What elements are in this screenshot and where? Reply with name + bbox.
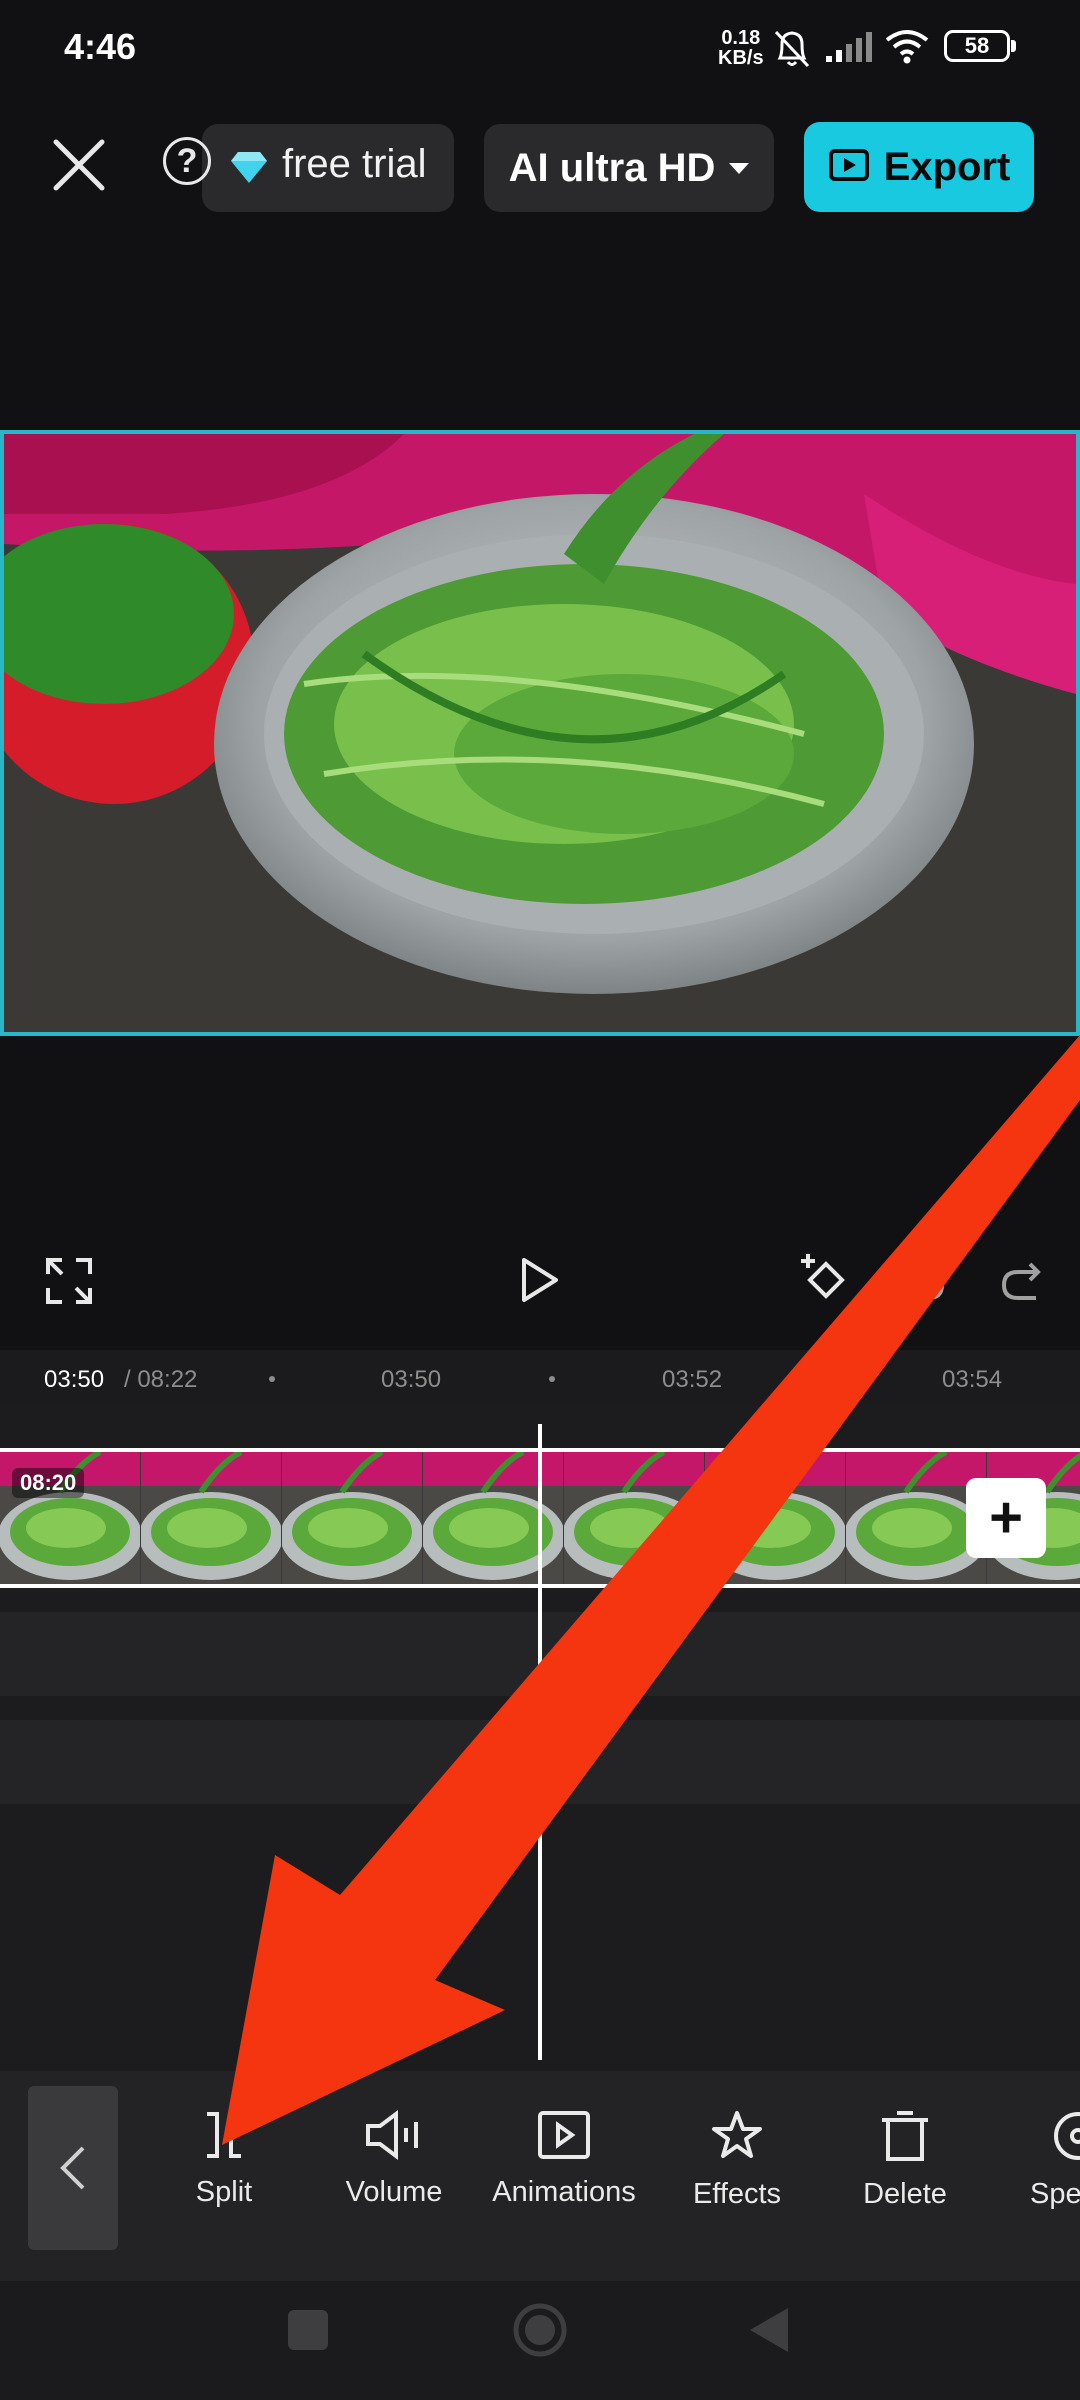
clip-duration: 08:20: [12, 1468, 85, 1498]
ai-ultra-hd-label: AI ultra HD: [508, 145, 716, 190]
ruler-tick: 03:54: [942, 1366, 1003, 1393]
add-clip-button[interactable]: +: [966, 1478, 1046, 1558]
fullscreen-icon[interactable]: [46, 1258, 92, 1304]
close-button[interactable]: [48, 134, 110, 196]
plus-icon: +: [989, 1485, 1023, 1550]
battery-level: 58: [964, 33, 990, 58]
clip-thumbnail: [280, 1452, 424, 1584]
help-button[interactable]: ?: [163, 137, 211, 185]
ruler-dot: [269, 1376, 275, 1382]
animations-icon: [538, 2111, 590, 2159]
volume-icon: [366, 2110, 418, 2160]
play-button[interactable]: [520, 1256, 560, 1304]
export-icon: [828, 149, 869, 181]
signal-icon: [826, 32, 872, 62]
bell-muted-icon: [774, 30, 810, 68]
preview-frame-image: [4, 434, 1076, 1032]
ruler-dot: [549, 1376, 555, 1382]
ai-ultra-hd-dropdown[interactable]: AI ultra HD: [484, 124, 774, 212]
clip-thumbnail: [139, 1452, 283, 1584]
help-icon: ?: [176, 141, 198, 180]
ruler-dot: [829, 1376, 835, 1382]
battery-tip: [1011, 40, 1016, 52]
status-time: 4:46: [64, 26, 137, 67]
ruler-tick: 03:50: [381, 1366, 442, 1393]
clip-thumbnail: [421, 1452, 565, 1584]
battery-icon: 58: [944, 30, 1010, 62]
undo-icon[interactable]: [900, 1258, 946, 1304]
split-button[interactable]: Split: [139, 2110, 309, 2209]
home-button[interactable]: [512, 2302, 568, 2358]
recents-button[interactable]: [288, 2310, 328, 2350]
ruler-tick: 03:52: [662, 1366, 723, 1393]
close-icon: [53, 139, 105, 191]
redo-icon[interactable]: [1000, 1258, 1046, 1304]
free-trial-label: free trial: [282, 142, 427, 186]
effects-button[interactable]: Effects: [652, 2110, 822, 2211]
keyframe-icon[interactable]: [798, 1252, 854, 1304]
export-label: Export: [883, 144, 1011, 189]
speed-label: Spe: [1030, 2178, 1080, 2210]
split-label: Split: [195, 2176, 253, 2208]
video-preview[interactable]: [0, 430, 1080, 1036]
play-icon: [522, 1258, 558, 1302]
caret-down-icon: [729, 162, 750, 174]
volume-button[interactable]: Volume: [309, 2110, 479, 2209]
speed-icon: [1054, 2112, 1080, 2160]
chevron-left-icon: [60, 2146, 85, 2190]
delete-icon: [882, 2111, 928, 2161]
effects-icon: [712, 2111, 762, 2158]
network-speed: 0.18 KB/s: [718, 28, 764, 68]
speed-button[interactable]: Spe: [992, 2110, 1080, 2211]
split-icon: [207, 2112, 241, 2158]
diamond-icon: [231, 152, 267, 183]
volume-label: Volume: [345, 2176, 443, 2208]
animations-label: Animations: [492, 2176, 636, 2208]
animations-button[interactable]: Animations: [479, 2110, 649, 2209]
back-button[interactable]: [748, 2306, 790, 2354]
net-speed-value: 0.18: [721, 27, 761, 49]
playhead[interactable]: [538, 1424, 542, 2060]
current-time: 03:50: [44, 1366, 105, 1393]
wifi-icon: [885, 30, 929, 64]
net-speed-unit: KB/s: [718, 47, 764, 69]
effects-label: Effects: [692, 2178, 782, 2210]
toolbar-back-button[interactable]: [28, 2086, 118, 2250]
clip-thumbnail: [703, 1452, 847, 1584]
export-button[interactable]: Export: [804, 122, 1034, 212]
clip-thumbnail: [562, 1452, 706, 1584]
total-duration: / 08:22: [124, 1366, 198, 1393]
delete-label: Delete: [863, 2178, 947, 2210]
delete-button[interactable]: Delete: [820, 2110, 990, 2211]
